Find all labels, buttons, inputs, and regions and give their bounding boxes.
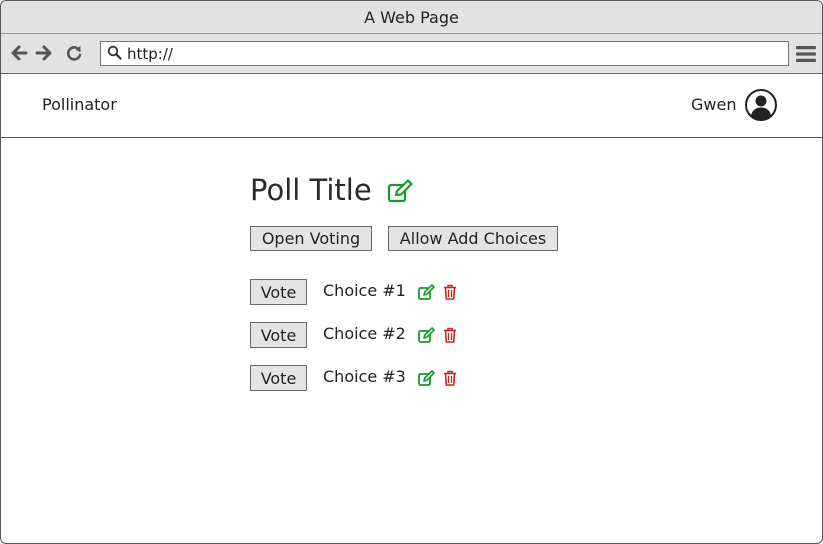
- hamburger-menu-icon[interactable]: [796, 45, 816, 63]
- vote-button[interactable]: Vote: [250, 279, 307, 305]
- choice-label: Choice #1: [323, 281, 406, 300]
- choice-row: Vote Choice #1: [250, 279, 490, 305]
- window-titlebar: A Web Page: [1, 1, 822, 34]
- forward-arrow-icon[interactable]: [35, 44, 53, 62]
- vote-button[interactable]: Vote: [250, 365, 307, 391]
- edit-icon[interactable]: [418, 284, 435, 300]
- open-voting-button[interactable]: Open Voting: [250, 226, 372, 251]
- vote-button[interactable]: Vote: [250, 322, 307, 348]
- poll-title: Poll Title: [250, 173, 372, 207]
- choice-label: Choice #2: [323, 324, 406, 343]
- edit-title-icon[interactable]: [387, 179, 413, 203]
- allow-add-choices-button[interactable]: Allow Add Choices: [388, 226, 558, 251]
- search-icon: [107, 45, 122, 60]
- choice-row: Vote Choice #2: [250, 322, 490, 348]
- url-text[interactable]: http://: [127, 45, 173, 63]
- edit-icon[interactable]: [418, 370, 435, 386]
- edit-icon[interactable]: [418, 327, 435, 343]
- user-name[interactable]: Gwen: [691, 95, 736, 114]
- address-bar[interactable]: http://: [100, 41, 789, 66]
- choice-row: Vote Choice #3: [250, 365, 490, 391]
- trash-icon[interactable]: [443, 327, 457, 343]
- app-header: Pollinator Gwen: [1, 74, 822, 138]
- choice-label: Choice #3: [323, 367, 406, 386]
- back-arrow-icon[interactable]: [10, 44, 28, 62]
- browser-window: A Web Page http:// Pollinator Gwen Poll …: [0, 0, 823, 544]
- window-title: A Web Page: [364, 7, 459, 27]
- app-brand[interactable]: Pollinator: [42, 95, 117, 114]
- browser-toolbar: http://: [1, 34, 822, 74]
- trash-icon[interactable]: [443, 370, 457, 386]
- reload-icon[interactable]: [65, 44, 83, 62]
- trash-icon[interactable]: [443, 284, 457, 300]
- user-avatar-icon[interactable]: [744, 88, 778, 122]
